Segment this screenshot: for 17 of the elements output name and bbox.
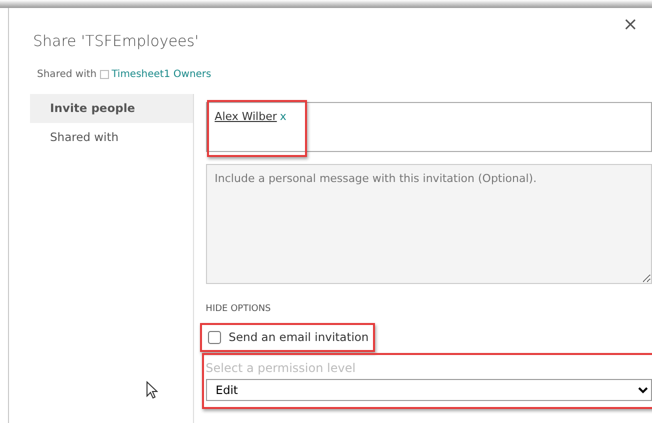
nav-tab[interactable]: Shared with [30,123,193,152]
checkbox-icon [100,70,109,79]
email-option-label[interactable]: Send an email invitation [228,328,369,346]
nav-tab[interactable]: Invite people [30,94,193,124]
remove-person-link[interactable]: x [280,110,286,123]
message-field[interactable]: Include a personal message with this invitation (Optional). [206,164,652,284]
permission-dropdown[interactable]: Edit [206,378,652,401]
shared-with-label: Shared with [37,68,97,82]
permission-label: Select a permission level [206,360,357,377]
dialog-title: Share 'TSFEmployees' [33,31,199,52]
hide-options-link[interactable]: HIDE OPTIONS [206,303,271,316]
email-checkbox[interactable] [208,330,221,344]
person-name[interactable]: Alex Wilber [214,110,277,123]
owners-link[interactable]: Timesheet1 Owners [112,67,212,82]
close-button[interactable]: × [618,16,642,34]
cursor-icon [146,381,158,399]
people-field[interactable]: Alex Wilber x [206,102,652,152]
